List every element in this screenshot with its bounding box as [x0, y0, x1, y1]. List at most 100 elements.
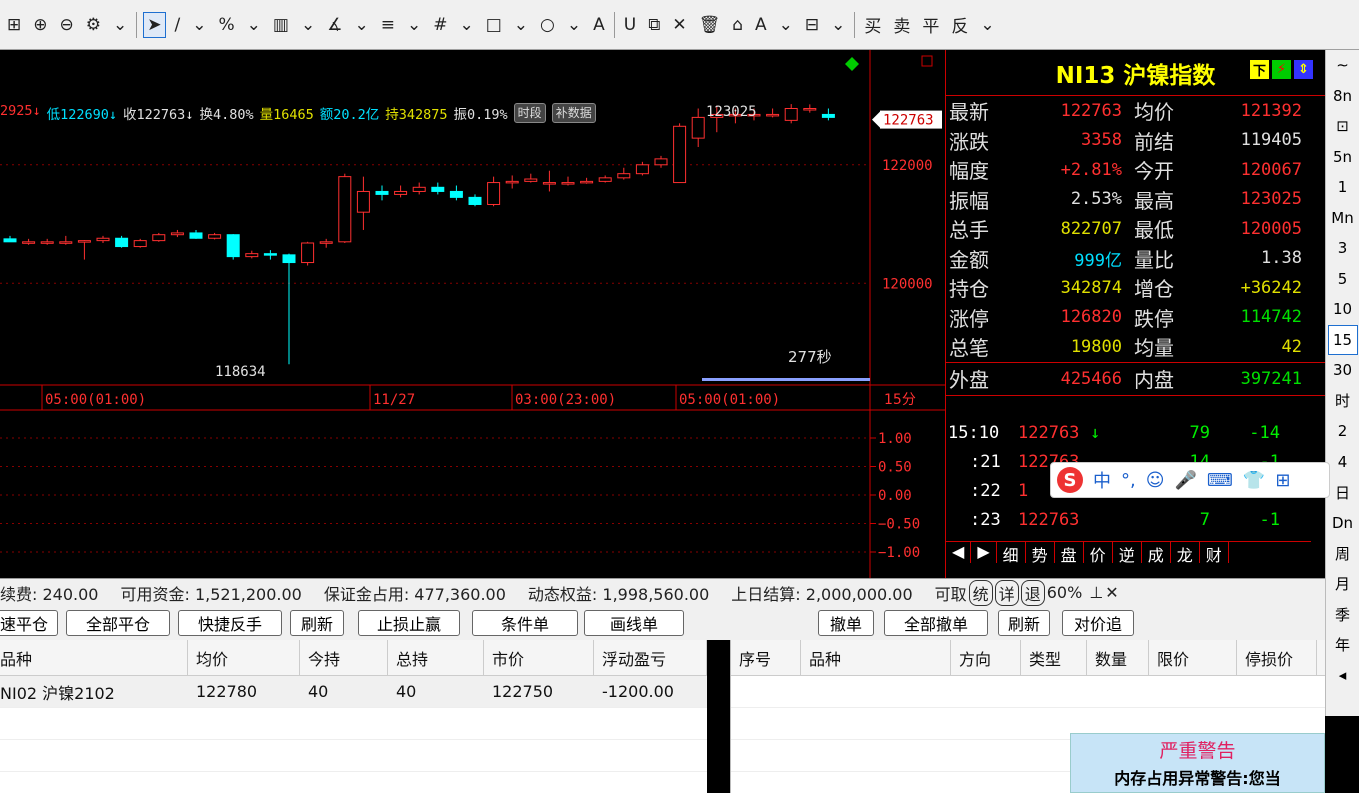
toolbar-tool-1[interactable]: ⊕: [30, 13, 50, 37]
maximize-icon[interactable]: [921, 55, 933, 67]
ime-item-2[interactable]: °,: [1121, 470, 1136, 491]
toolbar-tool-8[interactable]: %: [215, 13, 237, 37]
quote-tab[interactable]: 财: [1200, 542, 1229, 565]
toolbar-tool-14[interactable]: ≡: [378, 13, 398, 37]
column-header[interactable]: 数量: [1087, 640, 1149, 675]
period-19[interactable]: 年: [1328, 630, 1358, 661]
column-header[interactable]: 市价: [484, 640, 594, 675]
ime-item-7[interactable]: ⊞: [1275, 470, 1290, 491]
column-header[interactable]: 品种: [801, 640, 951, 675]
toolbar-tool-16[interactable]: #: [430, 13, 450, 37]
column-header[interactable]: 类型: [1021, 640, 1087, 675]
toolbar-tool-15[interactable]: ⌄: [404, 13, 424, 37]
toolbar-tool-31[interactable]: ⌄: [828, 13, 848, 37]
ime-item-4[interactable]: 🎤: [1175, 470, 1197, 491]
toolbar-tool-36[interactable]: ⌄: [977, 13, 997, 37]
ime-toolbar[interactable]: S 中 °, ☺ 🎤 ⌨ 👕 ⊞: [1050, 462, 1330, 498]
toolbar-tool-9[interactable]: ⌄: [244, 13, 264, 37]
order-button-5[interactable]: 条件单: [472, 610, 578, 636]
toolbar-tool-18[interactable]: □: [483, 13, 505, 37]
quote-tab[interactable]: ▶: [971, 542, 997, 563]
ime-item-1[interactable]: 中: [1093, 467, 1111, 493]
table-row[interactable]: NI02 沪镍2102 122780 40 40 122750 -1200.00: [0, 676, 707, 708]
period-7[interactable]: 5: [1328, 264, 1358, 295]
pin-icon[interactable]: ⁠ ⊥: [1084, 583, 1103, 602]
period-12[interactable]: 2: [1328, 416, 1358, 447]
period-14[interactable]: 日: [1328, 477, 1358, 508]
period-10[interactable]: 30: [1328, 355, 1358, 386]
order-button-4[interactable]: 止损止赢: [358, 610, 460, 636]
toolbar-tool-32[interactable]: 买: [861, 10, 884, 39]
scroll-indicator[interactable]: [702, 378, 870, 381]
column-header[interactable]: 浮动盈亏: [594, 640, 707, 675]
quote-tab[interactable]: 势: [1026, 542, 1055, 565]
column-header[interactable]: 停损价: [1237, 640, 1317, 675]
lightning-icon[interactable]: ⚡: [1272, 60, 1291, 79]
toolbar-tool-21[interactable]: ⌄: [564, 13, 584, 37]
swap-icon[interactable]: ⇕: [1294, 60, 1313, 79]
toolbar-tool-4[interactable]: ⌄: [110, 13, 130, 37]
download-icon[interactable]: 下: [1250, 60, 1269, 79]
toolbar-tool-17[interactable]: ⌄: [456, 13, 476, 37]
toolbar-tool-27[interactable]: ⌂: [729, 13, 746, 37]
quote-tab[interactable]: 细: [997, 542, 1026, 565]
order-button-right-0[interactable]: 撤单: [818, 610, 874, 636]
quote-tab[interactable]: 成: [1142, 542, 1171, 565]
detail-button[interactable]: 详: [994, 579, 1019, 606]
quote-tab[interactable]: 逆: [1113, 542, 1142, 565]
stats-button[interactable]: 统: [968, 579, 993, 606]
column-header[interactable]: 方向: [951, 640, 1021, 675]
period-8[interactable]: 10: [1328, 294, 1358, 325]
toolbar-tool-19[interactable]: ⌄: [511, 13, 531, 37]
period-15[interactable]: Dn: [1328, 508, 1358, 539]
period-1[interactable]: 8n: [1328, 81, 1358, 112]
kline-chart[interactable]: 122000 120000 122763 123025 118634 277秒 05:00(…: [0, 50, 945, 578]
toolbar-tool-28[interactable]: A: [752, 13, 770, 37]
order-button-3[interactable]: 刷新: [290, 610, 344, 636]
toolbar-tool-22[interactable]: A: [590, 13, 608, 37]
warning-popup[interactable]: 严重警告 内存占用异常警告:您当: [1070, 733, 1325, 793]
order-button-right-2[interactable]: 刷新: [998, 610, 1050, 636]
toolbar-tool-13[interactable]: ⌄: [351, 13, 371, 37]
period-9[interactable]: 15: [1327, 324, 1358, 355]
column-header[interactable]: 均价: [188, 640, 300, 675]
column-header[interactable]: 今持: [300, 640, 388, 675]
column-header[interactable]: 品种: [0, 640, 188, 675]
order-button-6[interactable]: 画线单: [584, 610, 684, 636]
column-header[interactable]: 限价: [1149, 640, 1237, 675]
period-4[interactable]: 1: [1328, 172, 1358, 203]
ime-item-3[interactable]: ☺: [1146, 470, 1165, 491]
period-11[interactable]: 时: [1328, 386, 1358, 417]
order-button-2[interactable]: 快捷反手: [178, 610, 282, 636]
toolbar-tool-11[interactable]: ⌄: [298, 13, 318, 37]
period-20[interactable]: ◂: [1328, 660, 1358, 691]
toolbar-tool-12[interactable]: ∡: [324, 13, 345, 37]
toolbar-tool-26[interactable]: 🗑: [696, 13, 724, 37]
toolbar-tool-29[interactable]: ⌄: [776, 13, 796, 37]
quote-tab[interactable]: 价: [1084, 542, 1113, 565]
order-button-1[interactable]: 全部平仓: [66, 610, 170, 636]
close-icon[interactable]: ✕: [1105, 583, 1118, 602]
diamond-icon[interactable]: [845, 57, 859, 71]
toolbar-tool-23[interactable]: U: [621, 13, 639, 37]
toolbar-tool-6[interactable]: ∕: [172, 13, 184, 37]
period-6[interactable]: 3: [1328, 233, 1358, 264]
exit-button[interactable]: 退: [1020, 579, 1045, 606]
column-header[interactable]: 总持: [388, 640, 484, 675]
order-button-right-3[interactable]: 对价追: [1062, 610, 1134, 636]
period-17[interactable]: 月: [1328, 569, 1358, 600]
toolbar-tool-7[interactable]: ⌄: [189, 13, 209, 37]
quote-tab[interactable]: 龙: [1171, 542, 1200, 565]
period-13[interactable]: 4: [1328, 447, 1358, 478]
quote-tab[interactable]: ◀: [946, 542, 972, 563]
toolbar-tool-10[interactable]: ▥: [270, 13, 292, 37]
order-button-right-1[interactable]: 全部撤单: [884, 610, 988, 636]
ime-item-5[interactable]: ⌨: [1207, 470, 1233, 491]
toolbar-tool-3[interactable]: ⚙: [83, 13, 104, 37]
toolbar-tool-2[interactable]: ⊖: [57, 13, 77, 37]
order-button-0[interactable]: 速平仓: [0, 610, 58, 636]
period-18[interactable]: 季: [1328, 599, 1358, 630]
toolbar-tool-25[interactable]: ✕: [669, 13, 689, 37]
period-3[interactable]: 5n: [1328, 142, 1358, 173]
ime-item-0[interactable]: S: [1057, 467, 1083, 493]
